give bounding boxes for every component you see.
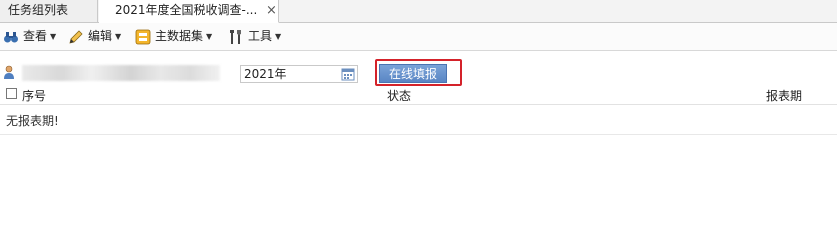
chevron-down-icon: ▼ <box>115 32 122 41</box>
filter-row: 2021年 在线填报 <box>0 51 837 86</box>
toolbar: 查看 ▼ 编辑 ▼ 主数据集 ▼ 工具 ▼ <box>0 23 837 51</box>
tab-task-group-list[interactable]: 任务组列表 <box>0 0 98 22</box>
chevron-down-icon: ▼ <box>275 32 282 41</box>
chevron-down-icon: ▼ <box>50 32 57 41</box>
online-fill-button[interactable]: 在线填报 <box>379 64 447 83</box>
year-input[interactable]: 2021年 <box>240 65 358 83</box>
select-all-checkbox[interactable] <box>6 88 17 99</box>
redacted-user-name <box>22 65 220 81</box>
year-value: 2021年 <box>244 67 287 81</box>
close-icon[interactable]: × <box>266 0 277 21</box>
column-header-index[interactable]: 序号 <box>22 87 46 104</box>
tools-menu-button[interactable]: 工具 ▼ <box>228 28 281 45</box>
edit-label: 编辑 <box>88 29 113 43</box>
tools-icon <box>230 29 241 44</box>
tab-label: 2021年度全国税收调查-... <box>115 3 258 17</box>
tab-label: 任务组列表 <box>8 3 69 17</box>
binoculars-icon <box>4 31 18 42</box>
edit-menu-button[interactable]: 编辑 ▼ <box>68 28 121 45</box>
tab-tax-survey[interactable]: 2021年度全国税收调查-... × <box>99 0 279 23</box>
view-label: 查看 <box>23 29 48 43</box>
tools-label: 工具 <box>248 29 273 43</box>
empty-message-row: 无报表期! <box>0 105 837 135</box>
column-header-period[interactable]: 报表期 <box>766 87 802 104</box>
master-data-menu-button[interactable]: 主数据集 ▼ <box>135 28 212 45</box>
chevron-down-icon: ▼ <box>206 32 213 41</box>
empty-message: 无报表期! <box>6 114 59 128</box>
pencil-icon <box>69 29 83 44</box>
tab-bar: 任务组列表 2021年度全国税收调查-... × <box>0 0 837 23</box>
calendar-icon[interactable] <box>341 67 355 81</box>
table-header: 序号 状态 报表期 <box>0 86 837 105</box>
column-header-status[interactable]: 状态 <box>387 87 411 104</box>
user-icon <box>4 65 14 79</box>
master-data-label: 主数据集 <box>155 29 204 43</box>
database-icon <box>135 29 151 44</box>
view-menu-button[interactable]: 查看 ▼ <box>3 28 56 45</box>
